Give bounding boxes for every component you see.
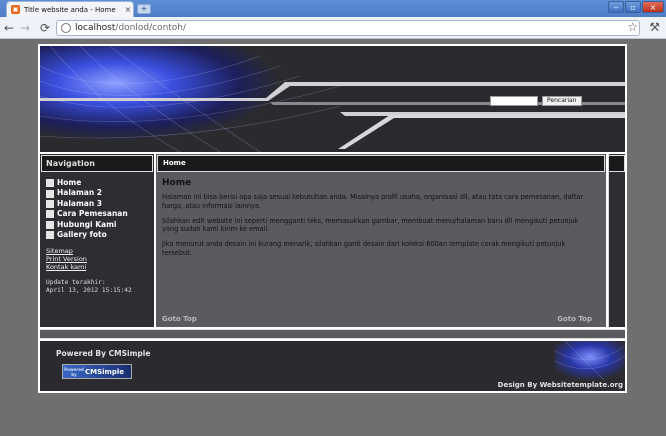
page-globe-icon (61, 23, 71, 33)
powered-by-text: Powered By CMSimple (56, 349, 151, 358)
forward-arrow-icon[interactable]: → (20, 21, 30, 35)
breadcrumb: Home (157, 155, 605, 172)
right-column (608, 154, 625, 327)
utility-links: Sitemap Print Version Kontak kami (46, 247, 87, 271)
last-update-date: April 13, 2012 15:15:42 (46, 287, 132, 294)
content-body: Home Halaman ini bisa berisi apa saja se… (162, 178, 596, 264)
nav-item-label: Gallery foto (57, 229, 107, 239)
site-footer: Powered By CMSimple Powered by CMSimple … (40, 341, 625, 391)
search-button[interactable]: Pencarian (542, 96, 582, 106)
kontak-kami-link[interactable]: Kontak kami (46, 263, 87, 271)
bookmark-star-icon[interactable]: ☆ (627, 20, 638, 34)
nav-item-label: Hubungi Kami (57, 219, 117, 229)
print-version-link[interactable]: Print Version (46, 255, 87, 263)
sidebar-nav: Home Halaman 2 Halaman 3 Cara Pemesanan … (46, 178, 128, 240)
maximize-button[interactable]: ▫ (625, 1, 641, 13)
cmsimple-badge-small: Powered by (64, 366, 84, 377)
browser-tab[interactable]: ▣ Title website anda - Home × (6, 1, 134, 17)
nav-item-hubungi-kami[interactable]: Hubungi Kami (46, 220, 128, 230)
page-title: Home (162, 178, 192, 188)
url-host: localhost (75, 23, 116, 33)
nav-item-label: Cara Pemesanan (57, 209, 128, 219)
search-input[interactable] (490, 96, 538, 106)
wrench-menu-icon[interactable]: ⚒ (649, 20, 660, 34)
sitemap-link[interactable]: Sitemap (46, 247, 87, 255)
nav-item-halaman-2[interactable]: Halaman 2 (46, 188, 128, 198)
site-header: Pencarian (40, 46, 625, 152)
bullet-square-icon (46, 189, 54, 198)
goto-top-link-right[interactable]: Goto Top (557, 315, 592, 323)
bullet-square-icon (46, 220, 54, 229)
reload-icon[interactable]: ⟳ (40, 21, 50, 35)
browser-titlebar: ▣ Title website anda - Home × + ‒ ▫ × (0, 0, 666, 17)
bullet-square-icon (46, 199, 54, 208)
nav-item-halaman-3[interactable]: Halaman 3 (46, 199, 128, 209)
last-update-label: Update terakhir: (46, 279, 106, 286)
nav-item-label: Home (57, 178, 82, 187)
tab-close-icon[interactable]: × (123, 5, 133, 14)
last-update: Update terakhir: April 13, 2012 15:15:42 (46, 279, 132, 295)
nav-item-label: Halaman 3 (57, 198, 103, 208)
footer-divider-bar (40, 329, 625, 339)
design-credit[interactable]: Design By Websitetemplate.org (498, 381, 623, 389)
website-frame: Pencarian Navigation Home Halaman 2 Hala… (38, 44, 627, 393)
bullet-square-icon (46, 231, 54, 240)
minimize-button[interactable]: ‒ (608, 1, 624, 13)
sidebar: Navigation Home Halaman 2 Halaman 3 Cara… (40, 154, 154, 327)
url-path: /donlod/contoh/ (115, 23, 187, 33)
footer-artwork (555, 341, 625, 381)
content-paragraph: Jika menurut anda desain ini kurang mena… (162, 240, 566, 257)
cmsimple-badge[interactable]: Powered by CMSimple (62, 364, 132, 379)
cms-favicon-icon: ▣ (11, 5, 20, 14)
cmsimple-badge-text: CMSimple (85, 367, 124, 376)
browser-toolbar: ← → ⟳ localhost/donlod/contoh/ ☆ ⚒ (0, 17, 666, 39)
tab-title: Title website anda - Home (24, 5, 116, 14)
address-bar[interactable]: localhost/donlod/contoh/ (56, 20, 640, 36)
window-controls: ‒ ▫ × (608, 1, 664, 13)
goto-top-link-left[interactable]: Goto Top (162, 315, 197, 323)
bullet-square-icon (46, 179, 54, 188)
main-content: Home Home Halaman ini bisa berisi apa sa… (156, 154, 606, 327)
content-paragraph: Silahkan edit website ini seperti mengga… (162, 216, 579, 234)
nav-item-cara-pemesanan[interactable]: Cara Pemesanan (46, 209, 128, 219)
nav-item-gallery-foto[interactable]: Gallery foto (46, 230, 128, 240)
nav-item-home[interactable]: Home (46, 178, 128, 188)
close-window-button[interactable]: × (642, 1, 664, 13)
back-arrow-icon[interactable]: ← (4, 21, 14, 35)
bullet-square-icon (46, 210, 54, 219)
sidebar-heading: Navigation (41, 155, 153, 172)
content-paragraph: Halaman ini bisa berisi apa saja sesuai … (162, 193, 584, 210)
new-tab-button[interactable]: + (137, 4, 151, 14)
nav-item-label: Halaman 2 (57, 188, 103, 198)
right-column-header (609, 155, 625, 172)
